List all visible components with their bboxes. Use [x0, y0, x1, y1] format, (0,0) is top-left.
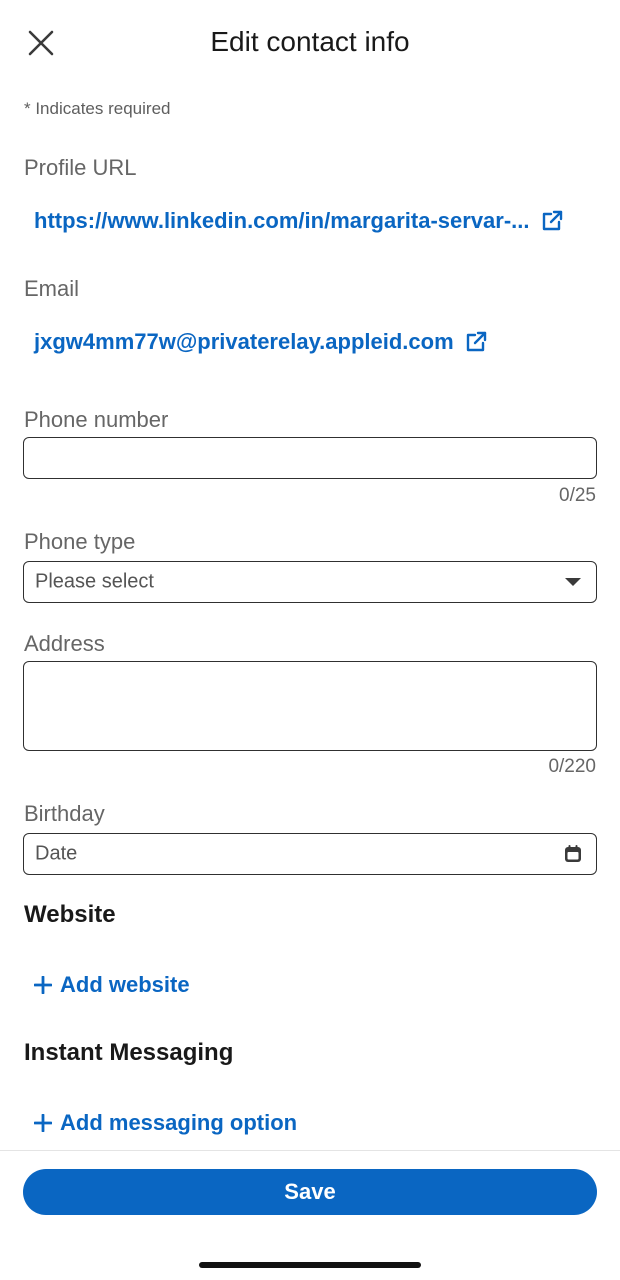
birthday-placeholder: Date — [35, 842, 78, 865]
address-counter: 0/220 — [548, 756, 596, 777]
address-textarea[interactable] — [24, 662, 596, 750]
calendar-icon[interactable] — [564, 845, 582, 863]
add-messaging-option-label: Add messaging option — [60, 1110, 298, 1135]
page-title: Edit contact info — [210, 26, 410, 57]
save-button[interactable]: Save — [23, 1169, 597, 1215]
add-website-button[interactable]: Add website — [34, 972, 190, 998]
email-link[interactable]: jxgw4mm77w@privaterelay.appleid.com — [34, 329, 488, 355]
email-label: Email — [24, 276, 80, 301]
bottom-action-bar: Save — [0, 1150, 620, 1280]
scroll-clip: Add messaging option — [0, 1105, 620, 1150]
profile-url-label: Profile URL — [24, 155, 137, 180]
birthday-label: Birthday — [24, 801, 105, 826]
profile-url-link[interactable]: https://www.linkedin.com/in/margarita-se… — [34, 208, 564, 234]
external-link-icon — [464, 330, 488, 354]
website-heading: Website — [24, 901, 116, 928]
email-value: jxgw4mm77w@privaterelay.appleid.com — [34, 329, 454, 354]
phone-number-counter: 0/25 — [559, 485, 596, 506]
plus-icon — [34, 976, 52, 994]
edit-contact-info-screen: Edit contact info * Indicates required P… — [0, 0, 620, 1280]
phone-type-selected: Please select — [35, 570, 154, 593]
phone-number-label: Phone number — [24, 407, 169, 432]
phone-type-select[interactable]: Please select — [23, 561, 597, 603]
address-field[interactable] — [23, 661, 597, 751]
phone-number-input[interactable] — [24, 438, 596, 478]
address-label: Address — [24, 631, 105, 656]
plus-icon — [34, 1114, 52, 1132]
add-website-label: Add website — [60, 972, 190, 997]
add-messaging-option-button[interactable]: Add messaging option — [34, 1110, 297, 1136]
phone-type-label: Phone type — [24, 529, 136, 554]
external-link-icon — [540, 209, 564, 233]
profile-url-value: https://www.linkedin.com/in/margarita-se… — [34, 208, 530, 233]
instant-messaging-heading: Instant Messaging — [24, 1039, 234, 1066]
caret-down-icon — [564, 577, 582, 587]
required-note: * Indicates required — [24, 99, 171, 118]
home-indicator — [199, 1262, 421, 1268]
phone-number-field[interactable] — [23, 437, 597, 479]
birthday-field[interactable]: Date — [23, 833, 597, 875]
